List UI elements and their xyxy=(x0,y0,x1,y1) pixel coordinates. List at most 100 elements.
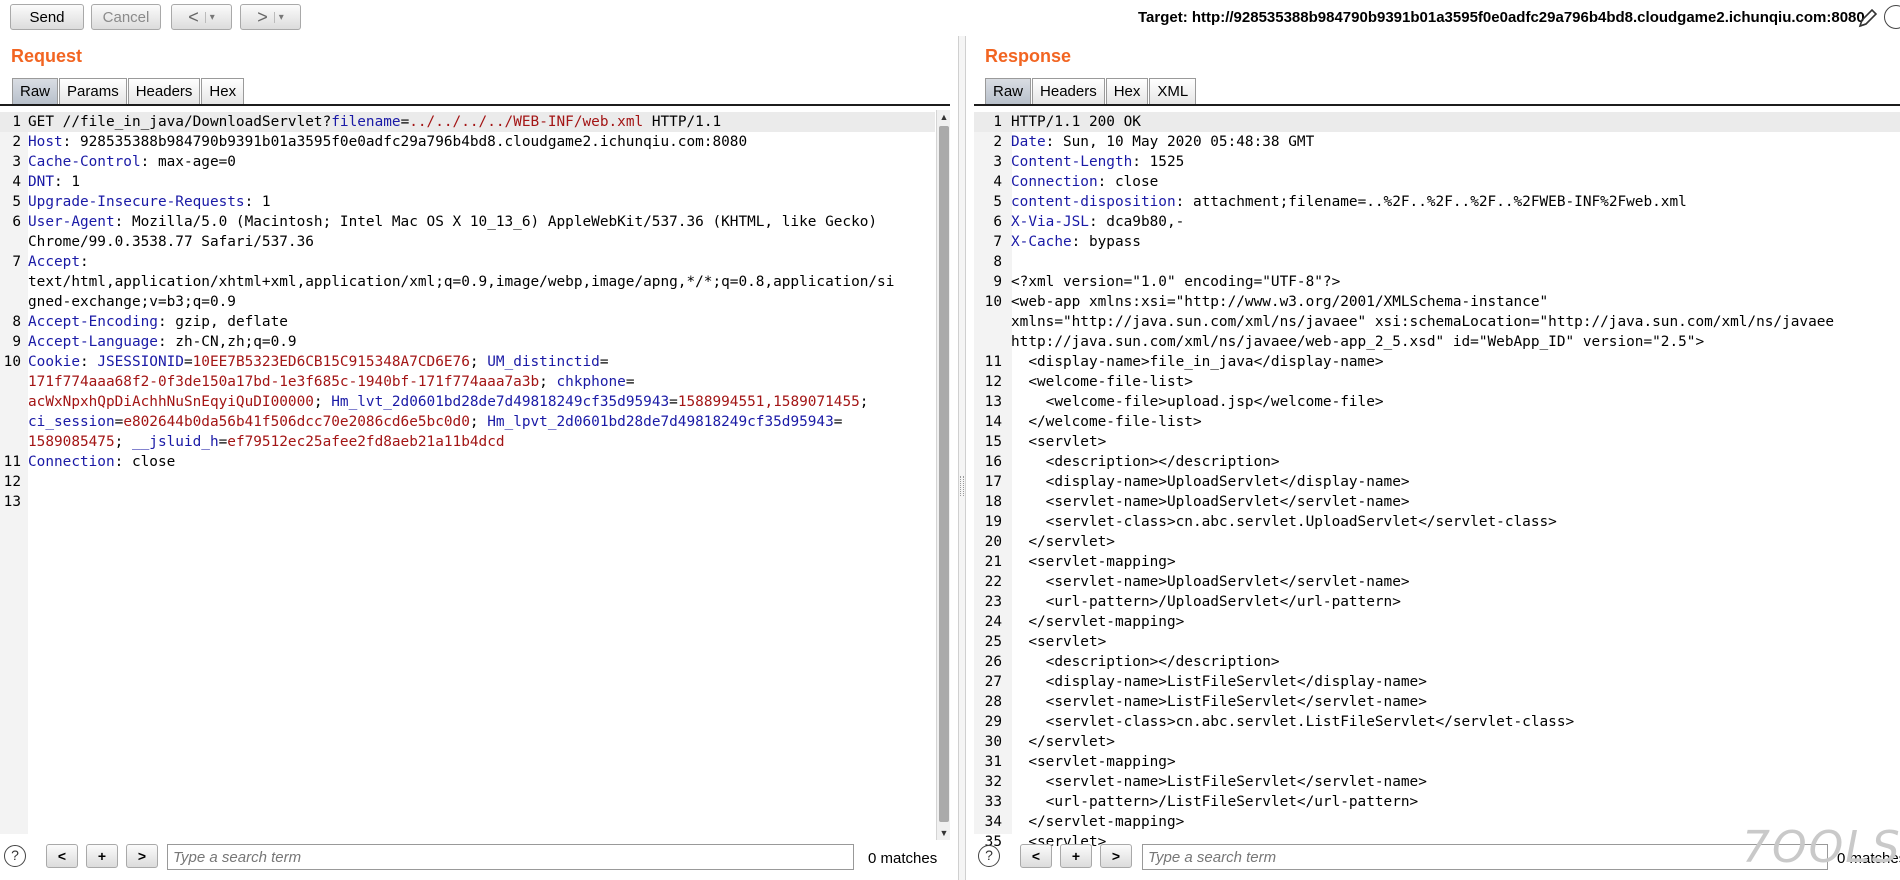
code-line[interactable]: 31 <servlet-mapping> xyxy=(974,752,1900,772)
code-line[interactable]: 10 <web-app xmlns:xsi="http://www.w3.org/… xyxy=(974,292,1900,312)
code-line[interactable]: 24 </servlet-mapping> xyxy=(974,612,1900,632)
tab-headers[interactable]: Headers xyxy=(1032,78,1105,104)
code-line[interactable]: 21 <servlet-mapping> xyxy=(974,552,1900,572)
search-add-button[interactable]: + xyxy=(1060,844,1092,868)
code-line[interactable]: 19 <servlet-class>cn.abc.servlet.UploadS… xyxy=(974,512,1900,532)
code-line[interactable]: http://java.sun.com/xml/ns/javaee/web-ap… xyxy=(974,332,1900,352)
code-line[interactable]: 30 </servlet> xyxy=(974,732,1900,752)
code-line[interactable]: 12 xyxy=(0,472,935,492)
token-text: gned-exchange;v=b3;q=0.9 xyxy=(28,294,236,310)
code-line[interactable]: 11 Connection: close xyxy=(0,452,935,472)
code-line[interactable]: 9 Accept-Language: zh-CN,zh;q=0.9 xyxy=(0,332,935,352)
code-line[interactable]: 26 <description></description> xyxy=(974,652,1900,672)
search-add-button[interactable]: + xyxy=(86,844,118,868)
code-line[interactable]: 3 Content-Length: 1525 xyxy=(974,152,1900,172)
code-line[interactable]: 13 <welcome-file>upload.jsp</welcome-fil… xyxy=(974,392,1900,412)
code-line[interactable]: 4 Connection: close xyxy=(974,172,1900,192)
code-line[interactable]: 5 Upgrade-Insecure-Requests: 1 xyxy=(0,192,935,212)
code-line[interactable]: ci_session=e802644b0da56b41f506dcc70e208… xyxy=(0,412,935,432)
code-line[interactable]: 2 Date: Sun, 10 May 2020 05:48:38 GMT xyxy=(974,132,1900,152)
help-icon[interactable]: ? xyxy=(978,845,1000,867)
code-line[interactable]: 1 GET //file_in_java/DownloadServlet?file… xyxy=(0,112,935,132)
code-line[interactable]: 7 X-Cache: bypass xyxy=(974,232,1900,252)
token-text: ; xyxy=(114,434,132,450)
divider-grip-icon[interactable] xyxy=(960,476,964,496)
code-line[interactable]: 12 <welcome-file-list> xyxy=(974,372,1900,392)
code-line[interactable]: 23 <url-pattern>/UploadServlet</url-patt… xyxy=(974,592,1900,612)
line-number: 30 xyxy=(984,734,1002,750)
token-text: <description></description> xyxy=(1011,654,1280,670)
code-line[interactable]: 20 </servlet> xyxy=(974,532,1900,552)
tab-xml[interactable]: XML xyxy=(1149,78,1197,104)
code-line[interactable]: 22 <servlet-name>UploadServlet</servlet-… xyxy=(974,572,1900,592)
request-tabs: Raw Params Headers Hex xyxy=(12,78,245,104)
code-line[interactable]: acWxNpxhQpDiAchhNuSnEqyiQuDI00000; Hm_lv… xyxy=(0,392,935,412)
help-icon[interactable]: ? xyxy=(4,845,26,867)
code-line[interactable]: 9 <?xml version="1.0" encoding="UTF-8"?> xyxy=(974,272,1900,292)
code-line[interactable]: Chrome/99.0.3538.77 Safari/537.36 xyxy=(0,232,935,252)
help-circle-icon[interactable] xyxy=(1884,5,1900,29)
forward-button[interactable]: > ▾ xyxy=(240,4,301,30)
tab-hex[interactable]: Hex xyxy=(201,78,245,104)
search-prev-button[interactable]: < xyxy=(1020,844,1052,868)
search-next-button[interactable]: > xyxy=(1100,844,1132,868)
code-line[interactable]: 15 <servlet> xyxy=(974,432,1900,452)
pencil-icon[interactable] xyxy=(1856,6,1880,30)
code-line[interactable]: 5 content-disposition: attachment;filenam… xyxy=(974,192,1900,212)
token-text: : gzip, deflate xyxy=(157,314,288,330)
search-prev-button[interactable]: < xyxy=(46,844,78,868)
search-next-button[interactable]: > xyxy=(126,844,158,868)
code-line[interactable]: 8 xyxy=(974,252,1900,272)
split-divider[interactable] xyxy=(958,36,966,880)
code-line[interactable]: 11 <display-name>file_in_java</display-n… xyxy=(974,352,1900,372)
line-text: </welcome-file-list> xyxy=(1011,412,1201,432)
code-line[interactable]: 6 X-Via-JSL: dca9b80,- xyxy=(974,212,1900,232)
send-button[interactable]: Send xyxy=(10,4,84,30)
scroll-up-icon[interactable]: ▲ xyxy=(937,110,951,124)
tab-raw[interactable]: Raw xyxy=(985,78,1032,104)
response-editor[interactable]: 1 HTTP/1.1 200 OK 2 Date: Sun, 10 May 2020 … xyxy=(974,112,1900,850)
code-line[interactable]: 8 Accept-Encoding: gzip, deflate xyxy=(0,312,935,332)
token-text: <display-name>ListFileServlet</display-n… xyxy=(1011,674,1427,690)
code-line[interactable]: 28 <servlet-name>ListFileServlet</servle… xyxy=(974,692,1900,712)
tab-params[interactable]: Params xyxy=(59,78,127,104)
code-line[interactable]: 4 DNT: 1 xyxy=(0,172,935,192)
request-search-input[interactable] xyxy=(167,844,854,870)
response-search-input[interactable] xyxy=(1142,844,1828,870)
tab-raw[interactable]: Raw xyxy=(12,78,59,104)
code-line[interactable]: 25 <servlet> xyxy=(974,632,1900,652)
code-line[interactable]: 32 <servlet-name>ListFileServlet</servle… xyxy=(974,772,1900,792)
code-line[interactable]: 16 <description></description> xyxy=(974,452,1900,472)
code-line[interactable]: 17 <display-name>UploadServlet</display-… xyxy=(974,472,1900,492)
code-line[interactable]: 7 Accept: xyxy=(0,252,935,272)
code-line[interactable]: 1589085475; __jsluid_h=ef79512ec25afee2f… xyxy=(0,432,935,452)
code-line[interactable]: gned-exchange;v=b3;q=0.9 xyxy=(0,292,935,312)
code-line[interactable]: 13 xyxy=(0,492,935,512)
request-scrollbar[interactable]: ▲ ▼ xyxy=(936,110,950,840)
code-line[interactable]: 18 <servlet-name>UploadServlet</servlet-… xyxy=(974,492,1900,512)
forward-dropdown-icon[interactable]: ▾ xyxy=(273,11,284,23)
code-line[interactable]: 1 HTTP/1.1 200 OK xyxy=(974,112,1900,132)
code-line[interactable]: 29 <servlet-class>cn.abc.servlet.ListFil… xyxy=(974,712,1900,732)
code-line[interactable]: text/html,application/xhtml+xml,applicat… xyxy=(0,272,935,292)
code-line[interactable]: 14 </welcome-file-list> xyxy=(974,412,1900,432)
back-dropdown-icon[interactable]: ▾ xyxy=(204,11,215,23)
line-text: User-Agent: Mozilla/5.0 (Macintosh; Inte… xyxy=(28,212,877,232)
line-number: 29 xyxy=(984,714,1002,730)
code-line[interactable]: 6 User-Agent: Mozilla/5.0 (Macintosh; Int… xyxy=(0,212,935,232)
tab-headers[interactable]: Headers xyxy=(127,78,201,104)
code-line[interactable]: 33 <url-pattern>/ListFileServlet</url-pa… xyxy=(974,792,1900,812)
scroll-down-icon[interactable]: ▼ xyxy=(937,826,951,840)
code-line[interactable]: xmlns="http://java.sun.com/xml/ns/javaee… xyxy=(974,312,1900,332)
code-line[interactable]: 2 Host: 928535388b984790b9391b01a3595f0e0… xyxy=(0,132,935,152)
scroll-thumb[interactable] xyxy=(939,126,949,822)
tab-hex[interactable]: Hex xyxy=(1105,78,1149,104)
code-line[interactable]: 3 Cache-Control: max-age=0 xyxy=(0,152,935,172)
token-key: X-Via-JSL xyxy=(1011,214,1089,230)
back-button[interactable]: < ▾ xyxy=(171,4,232,30)
code-line[interactable]: 171f774aaa68f2-0f3de150a17bd-1e3f685c-19… xyxy=(0,372,935,392)
request-editor[interactable]: 1 GET //file_in_java/DownloadServlet?file… xyxy=(0,112,935,834)
code-line[interactable]: 27 <display-name>ListFileServlet</displa… xyxy=(974,672,1900,692)
code-line[interactable]: 10 Cookie: JSESSIONID=10EE7B5323ED6CB15C9… xyxy=(0,352,935,372)
cancel-button[interactable]: Cancel xyxy=(91,4,161,30)
